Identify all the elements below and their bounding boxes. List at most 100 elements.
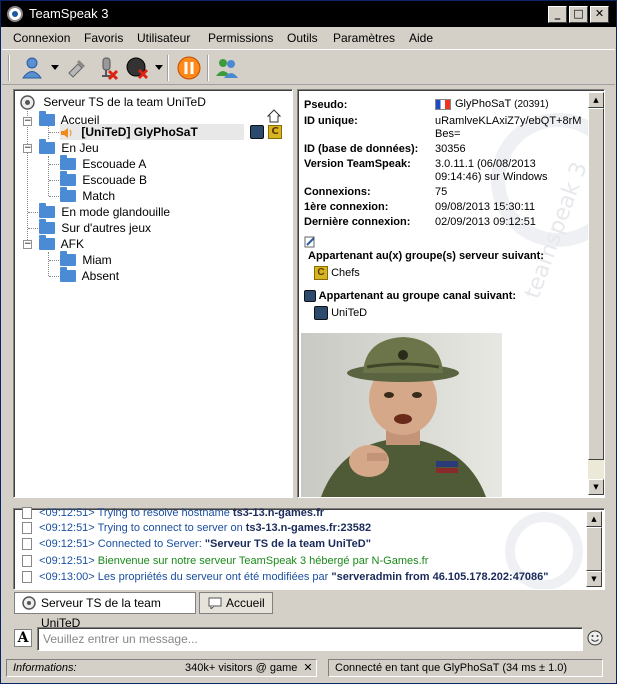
connection-status: Connecté en tant que GlyPhoSaT (34 ms ± … bbox=[328, 659, 603, 677]
channel-tree[interactable]: Serveur TS de la team UniTeD − Accueil [… bbox=[13, 89, 293, 498]
connect-icon[interactable] bbox=[20, 55, 46, 81]
united-group-icon bbox=[314, 306, 328, 320]
tree-guide bbox=[49, 132, 59, 133]
text-format-button[interactable]: A bbox=[14, 629, 32, 647]
tab-accueil[interactable]: Accueil bbox=[199, 592, 273, 614]
server-group-badge: C bbox=[268, 125, 282, 139]
away-status-icon[interactable] bbox=[176, 55, 202, 81]
last-connection-value: 02/09/2013 09:12:51 bbox=[435, 216, 536, 228]
first-connection-value: 09/08/2013 15:30:11 bbox=[435, 201, 536, 213]
channel-afk[interactable]: AFK bbox=[39, 234, 84, 252]
home-icon bbox=[267, 109, 281, 123]
dbid-value: 30356 bbox=[435, 143, 466, 155]
dbid-label: ID (base de données): bbox=[304, 143, 419, 155]
pseudo-label: Pseudo: bbox=[304, 99, 348, 111]
expand-toggle[interactable]: − bbox=[23, 117, 32, 126]
tab-label: Accueil bbox=[226, 596, 265, 610]
contacts-icon[interactable] bbox=[214, 55, 240, 81]
tab-server[interactable]: Serveur TS de la team UniTeD bbox=[14, 592, 196, 630]
channel-label: En Jeu bbox=[61, 141, 99, 155]
uid-label: ID unique: bbox=[304, 115, 358, 127]
channel-group-title: Appartenant au groupe canal suivant: bbox=[304, 290, 516, 303]
expand-toggle[interactable]: − bbox=[23, 240, 32, 249]
scroll-up-button[interactable]: ▲ bbox=[588, 92, 604, 108]
connections-value: 75 bbox=[435, 186, 448, 198]
mute-microphone-icon[interactable] bbox=[94, 55, 120, 81]
channel-group-united: UniTeD bbox=[314, 306, 367, 320]
channel-folder-icon bbox=[60, 250, 76, 266]
client-label: [UniTeD] GlyPhoSaT bbox=[81, 125, 198, 139]
tree-guide bbox=[48, 252, 49, 276]
server-log[interactable]: <09:12:51> Trying to resolve hostname ts… bbox=[13, 507, 605, 590]
scroll-thumb[interactable] bbox=[588, 108, 604, 460]
france-flag-icon bbox=[435, 98, 451, 110]
speaker-active-icon bbox=[61, 127, 72, 138]
connect-dropdown-icon[interactable] bbox=[51, 65, 59, 70]
channel-folder-icon bbox=[39, 202, 55, 218]
scroll-thumb[interactable] bbox=[586, 527, 602, 571]
channel-label: Sur d'autres jeux bbox=[61, 221, 152, 235]
channel-folder-icon bbox=[60, 266, 76, 282]
channel-label: Miam bbox=[82, 253, 112, 267]
tree-guide bbox=[49, 180, 59, 181]
tab-label: Serveur TS de la team UniTeD bbox=[41, 596, 161, 630]
tree-guide bbox=[28, 212, 38, 213]
menu-parametres[interactable]: Paramètres bbox=[333, 31, 395, 45]
edit-icon bbox=[304, 236, 315, 248]
disconnect-icon[interactable] bbox=[64, 55, 90, 81]
channel-escouade-b[interactable]: Escouade B bbox=[60, 170, 147, 188]
channel-label: Match bbox=[82, 189, 116, 203]
window-title: TeamSpeak 3 bbox=[29, 6, 109, 21]
menu-aide[interactable]: Aide bbox=[409, 31, 433, 45]
chat-input[interactable]: Veuillez entrer un message... bbox=[37, 627, 583, 651]
emoticon-icon[interactable] bbox=[587, 630, 603, 646]
channel-escouade-a[interactable]: Escouade A bbox=[60, 154, 146, 172]
pseudo-value: GlyPhoSaT (20391) bbox=[435, 98, 549, 111]
mute-speakers-icon[interactable] bbox=[124, 55, 150, 81]
tree-guide bbox=[49, 196, 59, 197]
scroll-down-button[interactable]: ▼ bbox=[588, 479, 604, 495]
log-scrollbar[interactable]: ▲ ▼ bbox=[586, 511, 602, 587]
info-scrollbar[interactable]: ▲ ▼ bbox=[588, 92, 604, 495]
scroll-down-button[interactable]: ▼ bbox=[586, 571, 602, 587]
channel-folder-icon bbox=[60, 186, 76, 202]
menu-connexion[interactable]: Connexion bbox=[13, 31, 70, 45]
log-line: <09:12:51> Bienvenue sur notre serveur T… bbox=[22, 555, 428, 568]
channel-absent[interactable]: Absent bbox=[60, 266, 120, 284]
channel-miam[interactable]: Miam bbox=[60, 250, 112, 268]
server-row[interactable]: Serveur TS de la team UniTeD bbox=[20, 94, 206, 111]
away-dropdown-icon[interactable] bbox=[155, 65, 163, 70]
connections-label: Connexions: bbox=[304, 186, 371, 198]
channel-folder-icon bbox=[60, 170, 76, 186]
channel-en-jeu[interactable]: En Jeu bbox=[39, 138, 99, 156]
channel-label: Absent bbox=[81, 269, 120, 283]
channel-group-icon bbox=[250, 125, 264, 139]
server-group-chefs: C Chefs bbox=[314, 266, 360, 280]
channel-en-mode-glandouille[interactable]: En mode glandouille bbox=[39, 202, 171, 220]
log-line: <09:13:00> Les propriétés du serveur ont… bbox=[22, 571, 549, 584]
menu-favoris[interactable]: Favoris bbox=[84, 31, 123, 45]
client-info-panel: teamspeak 3 Pseudo: GlyPhoSaT (20391) ID… bbox=[297, 89, 605, 498]
minimize-button[interactable]: _ bbox=[548, 6, 567, 23]
version-label: Version TeamSpeak: bbox=[304, 158, 411, 170]
client-glyphosat[interactable]: [UniTeD] GlyPhoSaT bbox=[60, 124, 244, 140]
menu-outils[interactable]: Outils bbox=[287, 31, 318, 45]
channel-folder-icon bbox=[60, 154, 76, 170]
menu-utilisateur[interactable]: Utilisateur bbox=[137, 31, 190, 45]
channel-match[interactable]: Match bbox=[60, 186, 116, 204]
scroll-up-button[interactable]: ▲ bbox=[586, 511, 602, 527]
server-groups-title: Appartenant au(x) groupe(s) serveur suiv… bbox=[308, 250, 544, 262]
close-ticker-icon[interactable]: ✕ bbox=[301, 661, 315, 675]
chef-badge-icon: C bbox=[314, 266, 328, 280]
title-bar[interactable]: TeamSpeak 3 _ □ ✕ bbox=[1, 1, 616, 27]
expand-toggle[interactable]: − bbox=[23, 144, 32, 153]
channel-sur-d-autres-jeux[interactable]: Sur d'autres jeux bbox=[39, 218, 152, 236]
status-bar: Informations: 340k+ visitors @ game ✕ Co… bbox=[2, 657, 615, 679]
tree-guide bbox=[49, 164, 59, 165]
close-button[interactable]: ✕ bbox=[590, 6, 609, 23]
maximize-button[interactable]: □ bbox=[569, 6, 588, 23]
teamspeak-logo-icon bbox=[7, 6, 23, 22]
server-name: Serveur TS de la team UniTeD bbox=[43, 95, 206, 109]
channel-label: En mode glandouille bbox=[61, 205, 171, 219]
menu-permissions[interactable]: Permissions bbox=[208, 31, 273, 45]
